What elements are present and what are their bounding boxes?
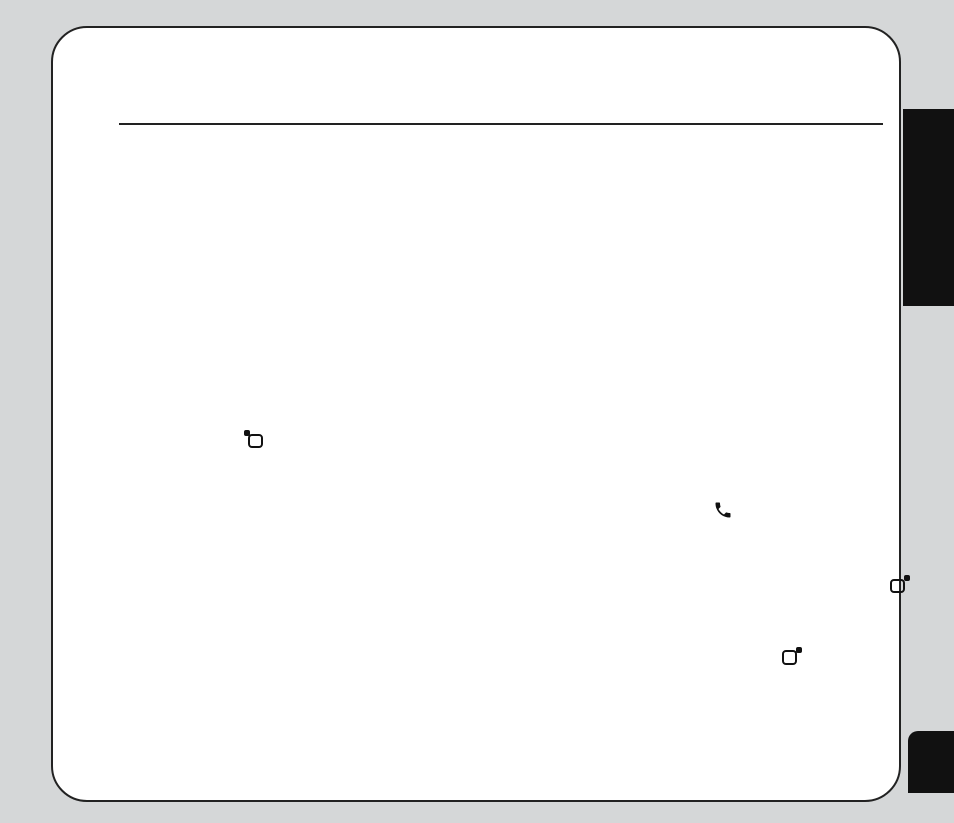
notification-square-icon	[782, 647, 802, 665]
horizontal-rule	[119, 123, 883, 125]
notification-square-icon	[890, 575, 910, 593]
document-page	[51, 26, 901, 802]
side-tab-dark-bottom	[908, 731, 954, 793]
side-tab-dark	[903, 109, 954, 306]
phone-icon	[713, 500, 733, 520]
notification-square-icon	[244, 430, 264, 448]
